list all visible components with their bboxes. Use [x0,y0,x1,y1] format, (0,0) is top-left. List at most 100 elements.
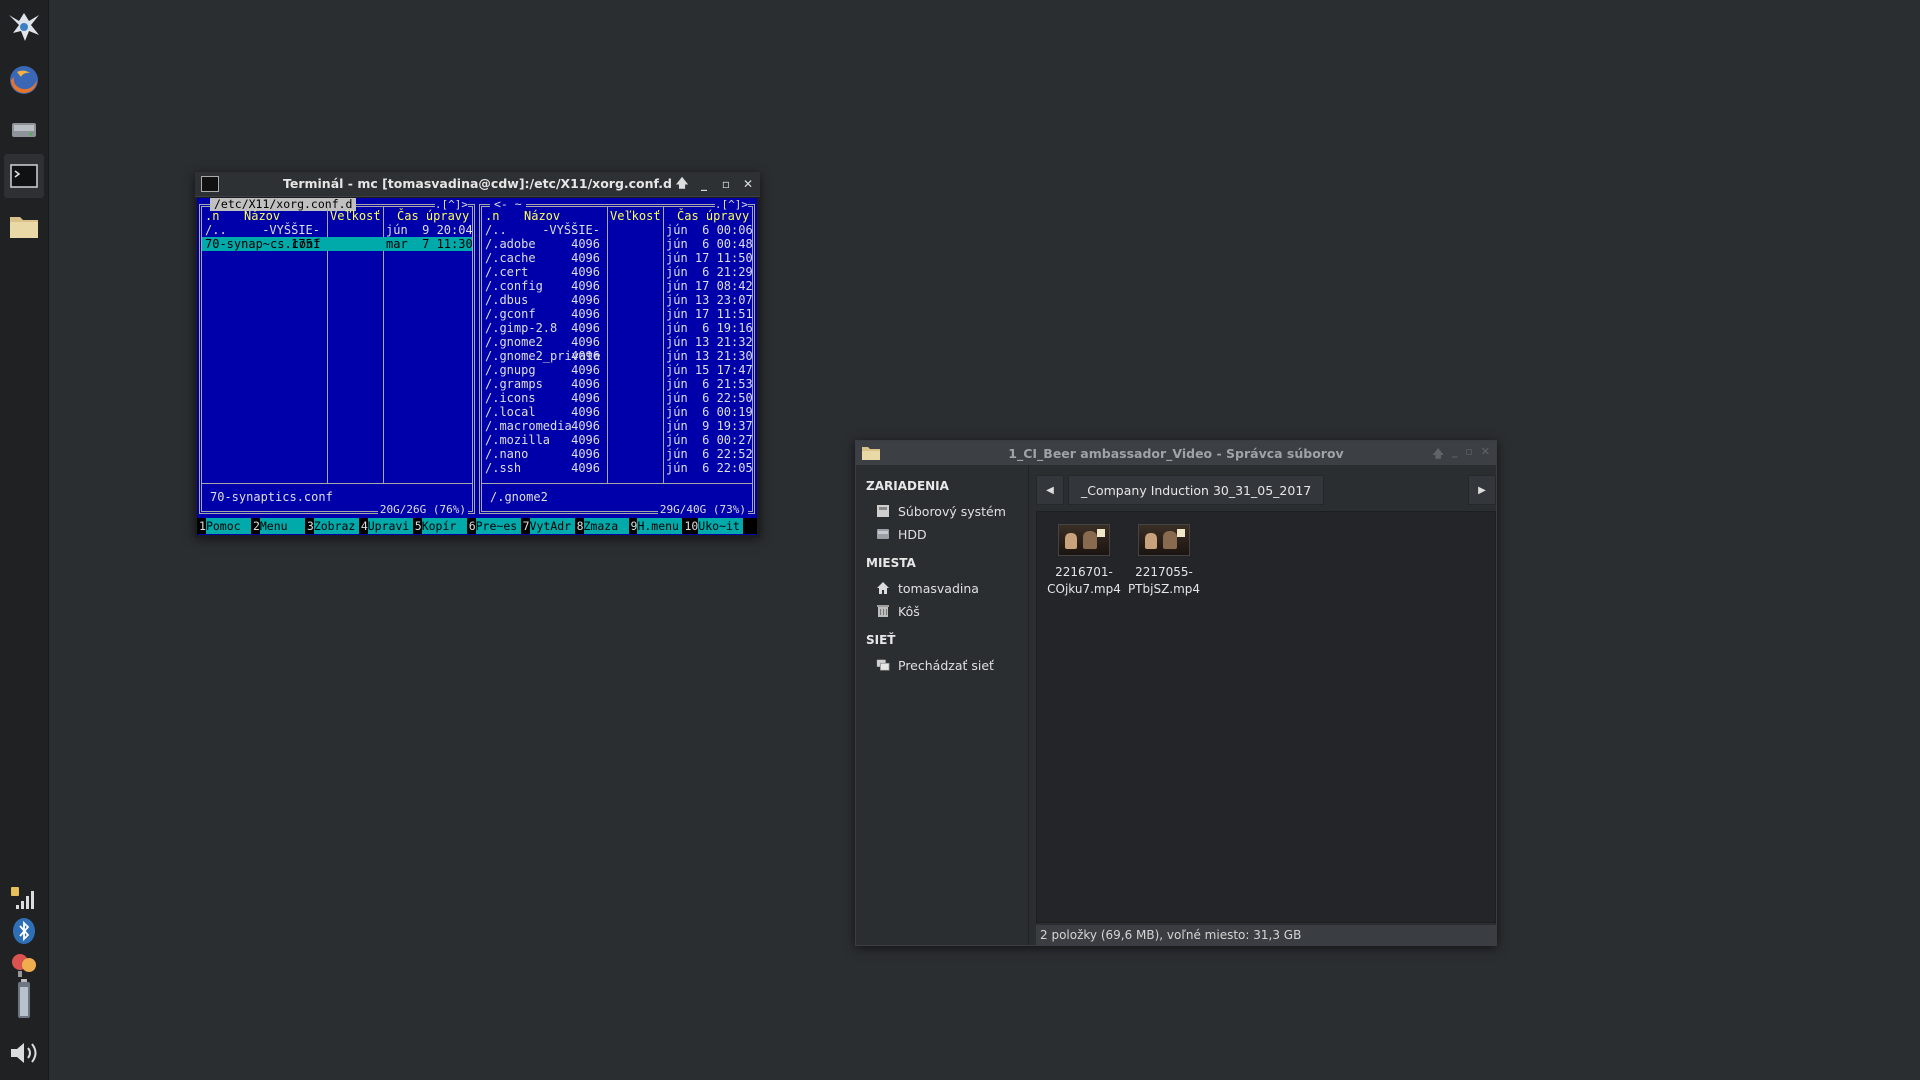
fkey-9[interactable]: 9 H.menu [629,518,683,534]
file-row[interactable]: /.cache 4096 jún 17 11:50 [482,251,753,265]
midnight-commander[interactable]: /etc/X11/xorg.conf.d .[^]> .n Názov Veľk… [197,198,757,535]
file-row[interactable]: /.ssh 4096 jún 6 22:05 [482,461,753,475]
file-size: 4096 [571,335,600,349]
file-size: 4096 [571,363,600,377]
minimize-icon[interactable]: _ [1452,445,1458,464]
file-manager-titlebar[interactable]: 1_CI_Beer ambassador_Video - Správca súb… [856,441,1496,465]
file-size: 4096 [571,251,600,265]
fkey-5[interactable]: 5 Kopír [413,518,467,534]
fkey-6[interactable]: 6 Pre~es [467,518,521,534]
file-size: 4096 [571,405,600,419]
file-row[interactable]: /.gnome2_private 4096 jún 13 21:30 [482,349,753,363]
file-size: 4096 [571,447,600,461]
minimize-icon[interactable]: _ [696,176,712,192]
file-name: /.gnupg [485,363,536,377]
fkey-number: 5 [414,519,422,533]
keep-above-icon[interactable]: 🡅 [1433,445,1444,464]
back-button[interactable]: ◀ [1036,475,1064,505]
file-row[interactable]: /.gnupg 4096 jún 15 17:47 [482,363,753,377]
file-row[interactable]: /.icons 4096 jún 6 22:50 [482,391,753,405]
fkey-7[interactable]: 7 VytAdr [521,518,575,534]
column-name[interactable]: Názov [244,209,280,223]
sidebar-item-home[interactable]: tomasvadina [876,578,979,598]
terminal-titlebar[interactable]: Terminál - mc [tomasvadina@cdw]:/etc/X11… [195,172,760,197]
fkey-label: Zobraz [313,518,359,534]
close-icon[interactable]: ✕ [740,176,756,192]
folder-icon[interactable] [4,204,44,248]
keep-above-icon[interactable]: 🡅 [674,176,690,192]
fkey-number: 1 [199,519,206,533]
file-mtime: jún 6 22:50 [666,391,753,405]
left-panel[interactable]: /etc/X11/xorg.conf.d .[^]> .n Názov Veľk… [199,198,475,517]
fkey-number: 4 [360,519,368,533]
sort-indicator: .n [205,209,220,223]
sidebar-item-trash[interactable]: Kôš [876,601,920,621]
xfce-logo-icon[interactable] [4,6,44,50]
close-icon[interactable]: ✕ [1481,445,1490,464]
file-item[interactable]: 2216701- COjku7.mp4 [1045,524,1123,598]
update-icon[interactable] [6,948,42,982]
column-size[interactable]: Veľkosť [610,209,661,223]
fkey-4[interactable]: 4 Upravi [359,518,413,534]
maximize-icon[interactable]: ▫ [1465,445,1472,464]
file-manager-window[interactable]: 1_CI_Beer ambassador_Video - Správca súb… [855,440,1497,946]
file-row[interactable]: /.. -VYŠŠIE-jún 6 00:06 [482,223,753,237]
terminal-window[interactable]: Terminál - mc [tomasvadina@cdw]:/etc/X11… [195,172,760,537]
fkey-10[interactable]: 10 Uko~it [682,518,744,534]
volume-icon[interactable] [6,1036,42,1070]
fkey-number: 8 [576,519,584,533]
fkey-1[interactable]: 1 Pomoc [197,518,251,534]
column-mtime[interactable]: Čas úpravy [677,209,749,223]
right-panel-header[interactable]: .n Názov Veľkosť Čas úpravy [482,209,752,223]
file-row[interactable]: /.gimp-2.8 4096 jún 6 19:16 [482,321,753,335]
left-panel-header[interactable]: .n Názov Veľkosť Čas úpravy [202,209,472,223]
file-row[interactable]: /.config 4096 jún 17 08:42 [482,279,753,293]
sidebar-item-filesystem[interactable]: Súborový systém [876,501,1006,521]
file-mtime: jún 6 00:19 [666,405,753,419]
dock [0,0,49,1080]
terminal-icon[interactable] [4,154,44,198]
network-icon[interactable] [6,880,42,914]
file-row[interactable]: /.mozilla 4096 jún 6 00:27 [482,433,753,447]
fkey-number: 10 [684,519,699,533]
file-row[interactable]: /.macromedia 4096 jún 9 19:37 [482,419,753,433]
file-name: /.local [485,405,536,419]
file-row[interactable]: /.dbus 4096 jún 13 23:07 [482,293,753,307]
fkey-label: Menu [259,518,305,534]
file-mtime: jún 6 22:52 [666,447,753,461]
column-name[interactable]: Názov [524,209,560,223]
file-row[interactable]: /.gconf 4096 jún 17 11:51 [482,307,753,321]
file-row[interactable]: /.gnome2 4096 jún 13 21:32 [482,335,753,349]
battery-icon[interactable] [6,979,42,1018]
drive-icon[interactable] [4,108,44,152]
file-row[interactable]: /.adobe 4096 jún 6 00:48 [482,237,753,251]
terminal-window-icon [201,176,219,192]
file-item[interactable]: 2217055- PTbjSZ.mp4 [1125,524,1203,598]
right-panel[interactable]: <- ~ .[^]> .n Názov Veľkosť Čas úpravy /… [479,198,755,517]
file-size: 4096 [571,391,600,405]
fkey-label: Pre~es [475,518,521,534]
firefox-icon[interactable] [4,58,44,102]
file-row[interactable]: 70-synap~cs.conf 1751 mar 7 11:30 [202,237,473,251]
maximize-icon[interactable]: ▫ [718,176,734,192]
file-row[interactable]: /.. -VYŠŠIE-jún 9 20:04 [202,223,473,237]
bluetooth-icon[interactable] [6,914,42,948]
chevron-right-icon: ▶ [1478,484,1486,496]
file-row[interactable]: /.gramps 4096 jún 6 21:53 [482,377,753,391]
network-icon [876,658,890,672]
sort-indicator: .n [485,209,500,223]
file-mtime: jún 6 19:16 [666,321,753,335]
file-row[interactable]: /.cert 4096 jún 6 21:29 [482,265,753,279]
forward-button[interactable]: ▶ [1468,475,1496,505]
fkey-2[interactable]: 2 Menu [251,518,305,534]
file-icon-view[interactable]: 2216701- COjku7.mp4 2217055- PTbjSZ.mp4 [1036,511,1496,923]
sidebar-item-browse-network[interactable]: Prechádzať sieť [876,655,994,675]
fkey-3[interactable]: 3 Zobraz [305,518,359,534]
file-row[interactable]: /.local 4096 jún 6 00:19 [482,405,753,419]
file-row[interactable]: /.nano 4096 jún 6 22:52 [482,447,753,461]
column-mtime[interactable]: Čas úpravy [397,209,469,223]
fkey-8[interactable]: 8 Zmaza [575,518,629,534]
sidebar-item-hdd[interactable]: HDD [876,524,927,544]
breadcrumb[interactable]: _Company Induction 30_31_05_2017 [1068,475,1325,505]
column-size[interactable]: Veľkosť [330,209,381,223]
